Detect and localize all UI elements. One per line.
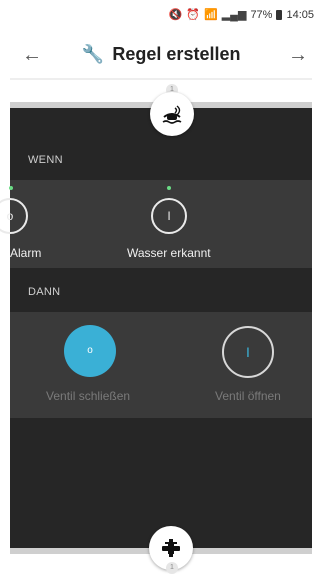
app-bar: ← 🔧 Regel erstellen → [0,36,322,76]
status-bar: 🔇 ⏰ 📶 ▂▄▆ 77% 14:05 [0,0,322,28]
condition-wasser-toggle[interactable]: I [151,198,187,234]
condition-indicator-alarm [9,186,13,190]
action-open-valve-button[interactable]: I [222,326,274,378]
battery-icon [276,9,283,20]
action-close-valve-label: Ventil schließen [46,389,131,403]
power-on-icon: I [167,209,171,223]
condition-indicator-wasser [167,186,171,190]
step-indicator-bottom: 1 [166,562,178,574]
action-close-valve-button[interactable]: o [64,325,116,377]
water-sensor-badge[interactable] [150,92,194,136]
action-open-valve-label: Ventil öffnen [215,389,281,403]
page-title: Regel erstellen [112,44,241,64]
clock: 14:05 [286,8,314,21]
power-off-icon: o [87,345,93,356]
divider [10,78,312,80]
alarm-icon: ⏰ [186,9,201,21]
mute-icon: 🔇 [168,9,183,21]
wrench-icon: 🔧 [81,44,104,64]
water-sensor-icon [162,105,182,124]
condition-alarm-label: Alarm [10,246,42,260]
wenn-label: WENN [28,154,63,166]
battery-percent: 77% [250,8,273,21]
title-wrap: 🔧 Regel erstellen [0,44,322,65]
status-icons: 🔇 ⏰ 📶 ▂▄▆ 77% 14:05 [168,8,314,22]
arrow-right-icon[interactable]: → [288,44,308,67]
wifi-icon: 📶 [204,9,218,21]
power-on-icon: I [246,344,250,360]
signal-icon: ▂▄▆ [221,9,247,21]
dann-label: DANN [28,286,61,298]
valve-icon [162,539,180,557]
power-off-icon: o [6,209,14,223]
condition-wasser-label: Wasser erkannt [127,246,211,260]
